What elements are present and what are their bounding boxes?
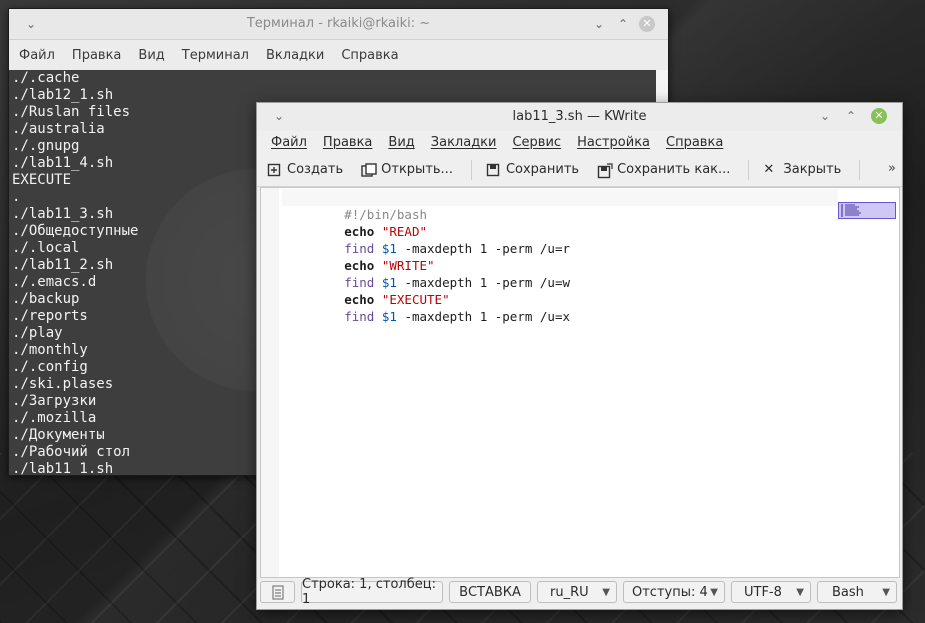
- save-as-button-label: Сохранить как...: [617, 162, 731, 177]
- indentation-label: Отступы: 4: [632, 584, 708, 600]
- editor-gutter[interactable]: [261, 188, 279, 577]
- close-document-icon: ✕: [763, 161, 775, 177]
- new-document-icon: [267, 163, 281, 177]
- command-find: find: [344, 309, 375, 324]
- new-button-label: Создать: [287, 162, 344, 177]
- menu-help[interactable]: Справка: [341, 48, 398, 63]
- code-area[interactable]: #!/bin/bash echo "READ" find $1 -maxdept…: [282, 189, 839, 324]
- save-button[interactable]: Сохранить: [486, 162, 579, 177]
- syntax-select[interactable]: Bash ▼: [817, 581, 897, 603]
- minimize-icon[interactable]: ⌄: [591, 16, 607, 32]
- arguments: -maxdepth 1 -perm /u=x: [396, 309, 571, 324]
- dictionary-select[interactable]: ru_RU ▼: [537, 581, 617, 603]
- dictionary-label: ru_RU: [550, 584, 589, 600]
- variable: $1: [381, 275, 397, 290]
- kwrite-titlebar[interactable]: ⌄ lab11_3.sh — KWrite ⌄ ⌃ ✕: [257, 103, 902, 131]
- chevron-down-icon: ▼: [882, 586, 890, 598]
- document-icon: [272, 585, 283, 599]
- chevron-down-icon: ▼: [796, 586, 804, 598]
- menu-tabs[interactable]: Вкладки: [266, 48, 324, 63]
- code-line[interactable]: #!/bin/bash: [282, 189, 839, 222]
- terminal-title: Терминал - rkaiki@rkaiki: ~: [246, 16, 431, 31]
- indentation-select[interactable]: Отступы: 4 ▼: [623, 581, 725, 603]
- menu-view[interactable]: Вид: [388, 135, 414, 150]
- shebang: #!/bin/bash: [344, 207, 428, 222]
- menu-bookmarks[interactable]: Закладки: [431, 135, 497, 150]
- keyword-echo: echo: [344, 224, 375, 239]
- string-literal: "READ": [381, 224, 428, 239]
- chevron-down-icon: ▼: [710, 586, 718, 598]
- menu-settings[interactable]: Настройка: [577, 135, 650, 150]
- kwrite-toolbar: Создать Открыть... Сохранить Сохранить к…: [257, 153, 902, 187]
- close-button-label: Закрыть: [783, 162, 842, 177]
- toolbar-overflow-icon[interactable]: »: [888, 161, 896, 176]
- code-editor[interactable]: #!/bin/bash echo "READ" find $1 -maxdept…: [260, 187, 840, 578]
- save-as-button[interactable]: Сохранить как...: [597, 162, 731, 178]
- string-literal: "EXECUTE": [381, 292, 450, 307]
- menu-tools[interactable]: Сервис: [512, 135, 561, 150]
- open-button-label: Открыть...: [381, 162, 453, 177]
- status-bar: Строка: 1, столбец: 1 ВСТАВКА ru_RU ▼ Отс…: [260, 577, 899, 607]
- close-icon[interactable]: ✕: [871, 108, 887, 124]
- save-as-icon: [597, 162, 613, 178]
- menu-help[interactable]: Справка: [666, 135, 723, 150]
- minimap-viewport[interactable]: [838, 202, 896, 219]
- cursor-position[interactable]: Строка: 1, столбец: 1: [301, 577, 443, 607]
- menu-edit[interactable]: Правка: [323, 135, 372, 150]
- open-button[interactable]: Открыть...: [361, 162, 453, 177]
- string-literal: "WRITE": [381, 258, 435, 273]
- kwrite-window[interactable]: ⌄ lab11_3.sh — KWrite ⌄ ⌃ ✕ Файл Правка …: [256, 102, 903, 610]
- close-button[interactable]: ✕ Закрыть: [763, 162, 841, 177]
- minimap[interactable]: [838, 187, 900, 578]
- menu-file[interactable]: Файл: [271, 135, 307, 150]
- toolbar-separator: [748, 159, 750, 180]
- kwrite-menubar: Файл Правка Вид Закладки Сервис Настройк…: [257, 131, 902, 153]
- terminal-titlebar[interactable]: ⌄ Терминал - rkaiki@rkaiki: ~ ⌄ ⌃ ✕: [9, 9, 668, 40]
- minimize-icon[interactable]: ⌄: [817, 108, 833, 124]
- close-icon[interactable]: ✕: [639, 16, 655, 32]
- toolbar-separator: [470, 159, 472, 180]
- encoding-label: UTF-8: [744, 584, 782, 600]
- keyword-echo: echo: [344, 292, 375, 307]
- minimap-code-preview-icon: [841, 204, 861, 217]
- toolbar-separator: [859, 159, 861, 180]
- encoding-select[interactable]: UTF-8 ▼: [731, 581, 811, 603]
- chevron-down-icon: ▼: [602, 586, 610, 598]
- new-button[interactable]: Создать: [267, 162, 343, 177]
- kwrite-title: lab11_3.sh — KWrite: [512, 109, 647, 124]
- arguments: -maxdepth 1 -perm /u=r: [396, 241, 571, 256]
- syntax-label: Bash: [832, 584, 864, 600]
- maximize-icon[interactable]: ⌃: [615, 16, 631, 32]
- menu-file[interactable]: Файл: [19, 48, 55, 63]
- command-find: find: [344, 275, 375, 290]
- terminal-line: ./.cache: [12, 70, 80, 86]
- input-mode[interactable]: ВСТАВКА: [449, 581, 531, 603]
- command-find: find: [344, 241, 375, 256]
- save-button-label: Сохранить: [505, 162, 580, 177]
- keyword-echo: echo: [344, 258, 375, 273]
- variable: $1: [381, 241, 397, 256]
- input-mode-label: ВСТАВКА: [459, 584, 521, 600]
- maximize-icon[interactable]: ⌃: [843, 108, 859, 124]
- open-icon: [361, 162, 377, 177]
- save-icon: [486, 163, 500, 177]
- arguments: -maxdepth 1 -perm /u=w: [396, 275, 571, 290]
- cursor-position-label: Строка: 1, столбец: 1: [302, 577, 436, 607]
- terminal-menubar: Файл Правка Вид Терминал Вкладки Справка: [9, 40, 668, 71]
- menu-terminal[interactable]: Терминал: [182, 48, 249, 63]
- menu-edit[interactable]: Правка: [72, 48, 121, 63]
- document-icon-button[interactable]: [260, 581, 295, 603]
- variable: $1: [381, 309, 397, 324]
- menu-view[interactable]: Вид: [138, 48, 164, 63]
